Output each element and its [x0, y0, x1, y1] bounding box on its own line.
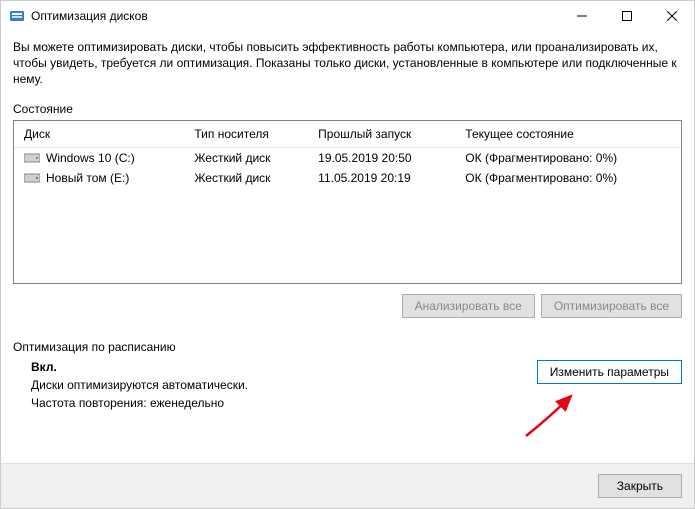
- titlebar: Оптимизация дисков: [1, 1, 694, 31]
- close-button[interactable]: Закрыть: [598, 474, 682, 498]
- col-disk[interactable]: Диск: [14, 121, 184, 148]
- schedule-line1: Диски оптимизируются автоматически.: [31, 378, 537, 392]
- drive-name: Новый том (E:): [46, 171, 129, 185]
- maximize-button[interactable]: [604, 1, 649, 31]
- analyze-all-button: Анализировать все: [402, 294, 535, 318]
- col-media[interactable]: Тип носителя: [184, 121, 308, 148]
- schedule-status: Вкл.: [31, 360, 537, 374]
- drive-media: Жесткий диск: [184, 168, 308, 188]
- window-controls: [559, 1, 694, 31]
- drive-icon: [24, 152, 40, 164]
- footer: Закрыть: [1, 463, 694, 508]
- description-text: Вы можете оптимизировать диски, чтобы по…: [13, 39, 682, 88]
- drive-icon: [24, 172, 40, 184]
- schedule-section-label: Оптимизация по расписанию: [13, 340, 682, 354]
- drive-last: 11.05.2019 20:19: [308, 168, 455, 188]
- drive-name: Windows 10 (C:): [46, 151, 135, 165]
- table-row[interactable]: Новый том (E:) Жесткий диск 11.05.2019 2…: [14, 168, 681, 188]
- col-state[interactable]: Текущее состояние: [455, 121, 681, 148]
- minimize-button[interactable]: [559, 1, 604, 31]
- table-header-row: Диск Тип носителя Прошлый запуск Текущее…: [14, 121, 681, 148]
- table-row[interactable]: Windows 10 (C:) Жесткий диск 19.05.2019 …: [14, 147, 681, 168]
- col-last[interactable]: Прошлый запуск: [308, 121, 455, 148]
- drive-last: 19.05.2019 20:50: [308, 147, 455, 168]
- drive-state: ОК (Фрагментировано: 0%): [455, 147, 681, 168]
- drive-list[interactable]: Диск Тип носителя Прошлый запуск Текущее…: [13, 120, 682, 284]
- drive-state: ОК (Фрагментировано: 0%): [455, 168, 681, 188]
- change-settings-button[interactable]: Изменить параметры: [537, 360, 682, 384]
- status-section-label: Состояние: [13, 102, 682, 116]
- window-title: Оптимизация дисков: [31, 9, 559, 23]
- close-window-button[interactable]: [649, 1, 694, 31]
- schedule-line2: Частота повторения: еженедельно: [31, 396, 537, 410]
- drive-media: Жесткий диск: [184, 147, 308, 168]
- optimize-all-button: Оптимизировать все: [541, 294, 682, 318]
- app-icon: [9, 8, 25, 24]
